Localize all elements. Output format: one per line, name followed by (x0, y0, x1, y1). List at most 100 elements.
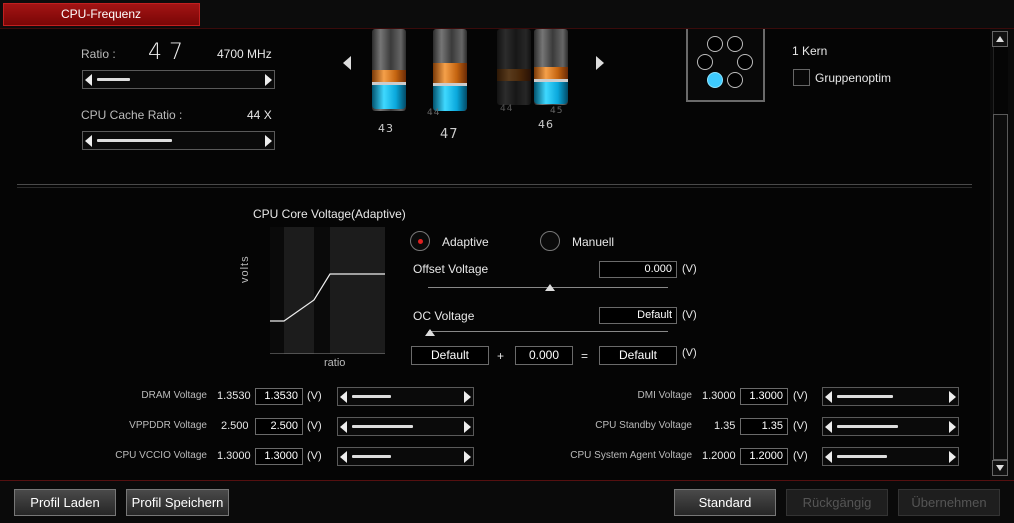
mode-adaptive-radio[interactable] (410, 231, 430, 251)
radio-dot (418, 239, 423, 244)
ratio-label: Ratio : (81, 47, 116, 61)
core-count-label: 1 Kern (792, 44, 828, 58)
slider-fill (837, 455, 887, 458)
core-dot-5[interactable] (707, 72, 723, 88)
ratio-mhz-unit: MHz (247, 47, 272, 61)
cylinder-label-4: 46 (538, 118, 554, 131)
ratio-mhz: 4700 MHz (217, 47, 272, 61)
sa-voltage-input[interactable]: 1.2000 (740, 448, 788, 465)
scroll-up-button[interactable] (992, 31, 1008, 47)
core-cylinder-2[interactable] (433, 29, 467, 134)
vppddr-voltage-unit: (V) (307, 420, 322, 432)
undo-button[interactable]: Rückgängig (786, 489, 888, 516)
slider-fill (837, 425, 898, 428)
cache-slider-right-icon[interactable] (265, 135, 272, 147)
vppddr-voltage-current: 2.500 (221, 420, 249, 432)
chevron-down-icon (996, 465, 1004, 471)
slider-fill (352, 425, 413, 428)
ratio-slider-right-icon[interactable] (265, 74, 272, 86)
slider-right-icon[interactable] (464, 451, 471, 463)
sa-voltage-label: CPU System Agent Voltage (570, 450, 692, 461)
cache-ratio-slider[interactable] (82, 131, 275, 150)
default-button[interactable]: Standard (674, 489, 776, 516)
dram-voltage-unit: (V) (307, 390, 322, 402)
cylinder-orange (433, 63, 467, 83)
tab-cpu-frequenz[interactable]: CPU-Frequenz (3, 3, 200, 26)
mode-manual-radio[interactable] (540, 231, 560, 251)
ratio-value: 47 (148, 40, 190, 65)
voltage-sum-eq: = (581, 349, 589, 363)
cylinder-label-1: 43 (378, 122, 394, 135)
scrollbar-thumb[interactable] (993, 114, 1008, 460)
core-dot-1[interactable] (707, 36, 723, 52)
vppddr-voltage-slider[interactable] (337, 417, 474, 436)
core-cylinder-1[interactable] (372, 29, 406, 134)
slider-right-icon[interactable] (464, 391, 471, 403)
load-profile-button[interactable]: Profil Laden (14, 489, 116, 516)
save-profile-button[interactable]: Profil Speichern (126, 489, 229, 516)
cylinder-sub-2: 44 (427, 108, 441, 118)
scroll-down-button[interactable] (992, 460, 1008, 476)
standby-voltage-input[interactable]: 1.35 (740, 418, 788, 435)
ratio-slider[interactable] (82, 70, 275, 89)
core-dot-6[interactable] (727, 72, 743, 88)
dram-voltage-label: DRAM Voltage (141, 390, 207, 401)
cylinder-prev-icon[interactable] (343, 56, 351, 70)
voltage-sum-unit: (V) (682, 347, 697, 359)
oc-voltage-track[interactable] (428, 331, 668, 332)
core-dot-4[interactable] (737, 54, 753, 70)
cylinder-orange (497, 69, 531, 81)
vccio-voltage-label: CPU VCCIO Voltage (115, 450, 207, 461)
cylinder-glass (497, 29, 531, 105)
slider-right-icon[interactable] (464, 421, 471, 433)
mode-adaptive-label: Adaptive (442, 235, 489, 249)
voltage-sum-a: Default (411, 346, 489, 365)
dram-voltage-input[interactable]: 1.3530 (255, 388, 303, 405)
cache-slider-left-icon[interactable] (85, 135, 92, 147)
dmi-voltage-unit: (V) (793, 390, 808, 402)
standby-voltage-label: CPU Standby Voltage (595, 420, 692, 431)
offset-voltage-label: Offset Voltage (413, 262, 489, 276)
standby-voltage-slider[interactable] (822, 417, 959, 436)
sa-voltage-slider[interactable] (822, 447, 959, 466)
vccio-voltage-slider[interactable] (337, 447, 474, 466)
standby-voltage-unit: (V) (793, 420, 808, 432)
slider-right-icon[interactable] (949, 391, 956, 403)
ratio-slider-left-icon[interactable] (85, 74, 92, 86)
cylinder-orange (534, 67, 568, 79)
core-dot-2[interactable] (727, 36, 743, 52)
sa-voltage-unit: (V) (793, 450, 808, 462)
oc-voltage-thumb[interactable] (425, 329, 435, 336)
ratio-mhz-value: 4700 (217, 47, 244, 61)
dmi-voltage-input[interactable]: 1.3000 (740, 388, 788, 405)
apply-button[interactable]: Übernehmen (898, 489, 1000, 516)
core-dot-3[interactable] (697, 54, 713, 70)
vppddr-voltage-input[interactable]: 2.500 (255, 418, 303, 435)
slider-left-icon[interactable] (340, 391, 347, 403)
group-optim-checkbox[interactable] (793, 69, 810, 86)
oc-voltage-unit: (V) (682, 309, 697, 321)
cylinder-sub-3: 44 (500, 104, 514, 114)
offset-voltage-thumb[interactable] (545, 284, 555, 291)
offset-voltage-input[interactable]: 0.000 (599, 261, 677, 278)
graph-xlabel: ratio (324, 357, 346, 369)
slider-left-icon[interactable] (825, 451, 832, 463)
slider-right-icon[interactable] (949, 451, 956, 463)
dram-voltage-slider[interactable] (337, 387, 474, 406)
vccio-voltage-input[interactable]: 1.3000 (255, 448, 303, 465)
divider (17, 187, 972, 188)
cylinder-next-icon[interactable] (596, 56, 604, 70)
cylinder-orange (372, 70, 406, 82)
slider-left-icon[interactable] (825, 391, 832, 403)
slider-right-icon[interactable] (949, 421, 956, 433)
divider (17, 184, 972, 185)
slider-left-icon[interactable] (825, 421, 832, 433)
oc-voltage-input[interactable]: Default (599, 307, 677, 324)
cache-ratio-label: CPU Cache Ratio : (81, 108, 183, 122)
sa-voltage-current: 1.2000 (702, 450, 736, 462)
vccio-voltage-unit: (V) (307, 450, 322, 462)
slider-left-icon[interactable] (340, 451, 347, 463)
slider-left-icon[interactable] (340, 421, 347, 433)
cache-ratio-value: 44 X (247, 108, 272, 122)
dmi-voltage-slider[interactable] (822, 387, 959, 406)
